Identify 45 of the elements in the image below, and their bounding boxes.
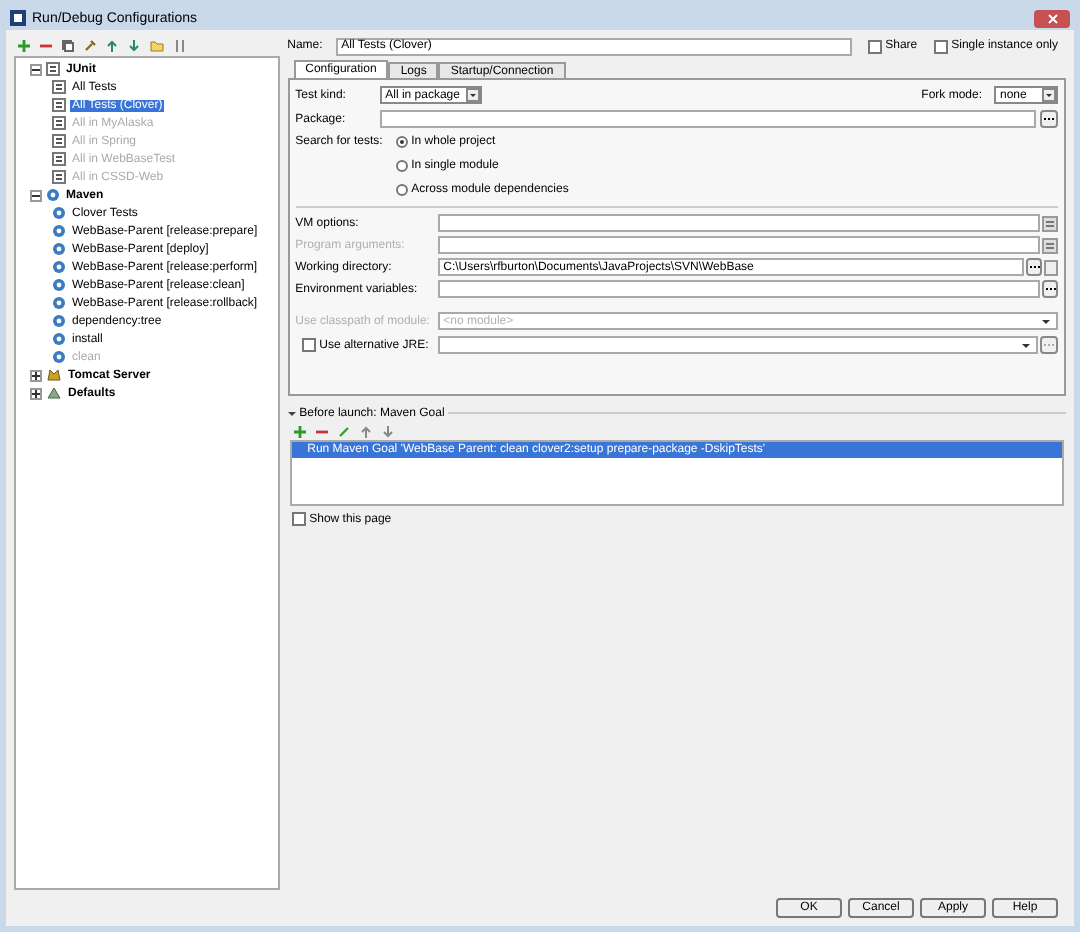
text-field[interactable]	[437, 280, 1040, 298]
collapse-icon[interactable]	[30, 189, 42, 201]
browse-button[interactable]	[1026, 258, 1042, 276]
test-list-icon	[52, 170, 66, 184]
checkbox[interactable]	[867, 39, 882, 53]
browse-button[interactable]	[1040, 110, 1058, 128]
expand-icon[interactable]	[30, 369, 42, 381]
collapse-icon[interactable]	[30, 63, 42, 75]
arrow-up-icon[interactable]	[359, 425, 372, 437]
expand-icon[interactable]	[30, 387, 42, 399]
caret-icon	[465, 88, 480, 102]
test-list-icon	[52, 134, 66, 148]
pencil-icon[interactable]	[337, 425, 350, 437]
arrow-up-icon[interactable]	[106, 40, 118, 52]
test-list-icon	[52, 98, 66, 112]
collapse-icon[interactable]	[287, 409, 296, 417]
browse-button[interactable]	[1042, 280, 1058, 298]
text-field[interactable]	[437, 236, 1040, 254]
jre-dropdown[interactable]	[437, 336, 1038, 354]
test-list-icon	[52, 80, 66, 94]
test-list-icon	[52, 116, 66, 130]
test-list-icon	[52, 152, 66, 166]
expand-field-icon[interactable]	[1042, 237, 1058, 253]
package-field[interactable]	[379, 110, 1036, 128]
checkbox[interactable]	[933, 39, 948, 53]
text-field[interactable]	[437, 214, 1040, 232]
arrow-down-icon[interactable]	[128, 40, 140, 52]
add-icon[interactable]	[293, 425, 306, 437]
arrow-down-icon[interactable]	[381, 425, 394, 437]
copy-icon[interactable]	[62, 40, 74, 52]
test-list-icon	[46, 62, 60, 76]
add-icon[interactable]	[18, 40, 30, 52]
radio-button[interactable]	[395, 136, 408, 148]
app-icon	[10, 10, 26, 26]
folder-icon[interactable]	[150, 40, 164, 52]
close-button[interactable]	[1034, 9, 1070, 27]
radio-button[interactable]	[395, 184, 408, 196]
close-icon	[1047, 13, 1057, 23]
expand-field-icon[interactable]	[1042, 215, 1058, 231]
checkbox[interactable]	[291, 512, 306, 526]
checkbox[interactable]	[301, 338, 316, 352]
radio-button[interactable]	[395, 160, 408, 172]
remove-icon[interactable]	[315, 425, 328, 437]
remove-icon[interactable]	[40, 40, 52, 52]
caret-icon	[1042, 88, 1056, 102]
